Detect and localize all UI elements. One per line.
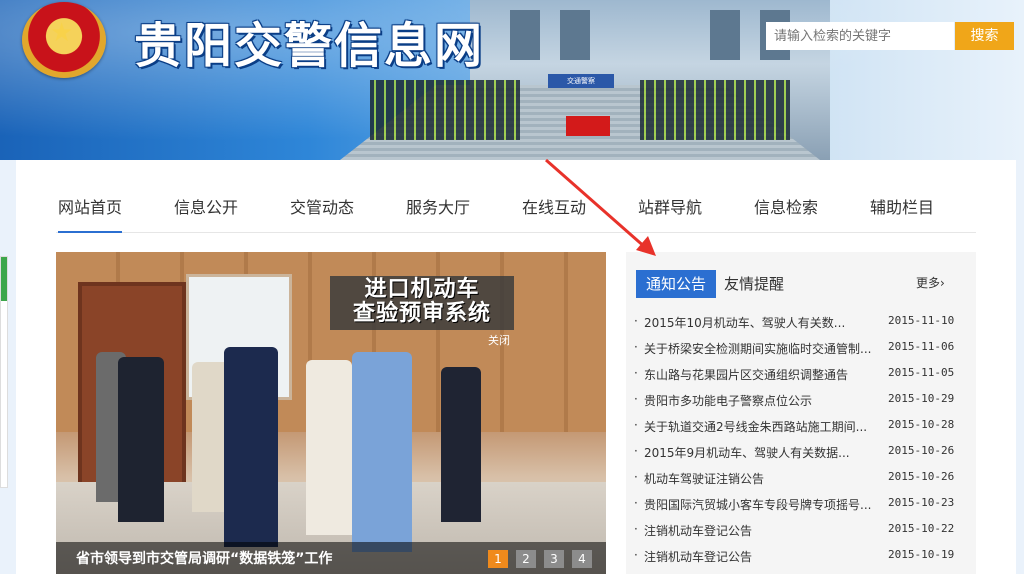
list-item-title: 注销机动车登记公告 <box>644 550 753 564</box>
banner-crowd-left <box>370 80 520 140</box>
list-item[interactable]: · 机动车驾驶证注销公告 2015-10-26 <box>634 470 974 490</box>
nav-item-home[interactable]: 网站首页 <box>58 196 123 233</box>
list-item-title: 2015年10月机动车、驾驶人有关数... <box>644 316 846 330</box>
list-item-title: 贵阳国际汽贸城小客车专段号牌专项摇号... <box>644 498 872 512</box>
slide-photo-person <box>118 357 164 522</box>
list-item-title: 注销机动车登记公告 <box>644 524 753 538</box>
list-item-date: 2015-11-06 <box>888 340 955 353</box>
red-flag-icon <box>566 116 610 136</box>
nav-item-site-navigation[interactable]: 站群导航 <box>638 196 702 232</box>
list-item-title: 机动车驾驶证注销公告 <box>644 472 765 486</box>
slide-sign-line2: 查验预审系统 <box>352 301 491 326</box>
slide-page-1[interactable]: 1 <box>488 550 508 568</box>
police-emblem-icon: ★ <box>22 2 106 78</box>
slide-photo-person <box>224 347 278 547</box>
slide-close-button[interactable]: 关闭 <box>488 332 510 348</box>
list-item-date: 2015-10-26 <box>888 444 955 457</box>
list-item-date: 2015-11-10 <box>888 314 955 327</box>
chevron-right-icon: › <box>940 276 945 290</box>
slide-caption[interactable]: 省市领导到市交管局调研“数据铁笼”工作 <box>76 548 332 568</box>
nav-item-auxiliary[interactable]: 辅助栏目 <box>870 196 934 232</box>
list-item[interactable]: · 关于桥梁安全检测期间实施临时交通管制... 2015-11-06 <box>634 340 974 360</box>
more-link[interactable]: 更多› <box>916 274 945 291</box>
site-title: 贵阳交警信息网 <box>134 18 485 74</box>
list-item[interactable]: · 2015年9月机动车、驾驶人有关数据... 2015-10-26 <box>634 444 974 464</box>
search-button[interactable]: 搜索 <box>955 22 1014 50</box>
list-item-title: 关于桥梁安全检测期间实施临时交通管制... <box>644 342 872 356</box>
main-nav: 网站首页 信息公开 交管动态 服务大厅 在线互动 站群导航 信息检索 辅助栏目 <box>56 196 976 233</box>
list-item[interactable]: · 关于轨道交通2号线金朱西路站施工期间... 2015-10-28 <box>634 418 974 438</box>
left-edge-widget <box>0 256 8 488</box>
list-item-title: 关于轨道交通2号线金朱西路站施工期间... <box>644 420 868 434</box>
slide-photo-person <box>352 352 412 552</box>
search-input[interactable] <box>766 22 954 50</box>
list-item[interactable]: · 注销机动车登记公告 2015-10-22 <box>634 522 974 542</box>
list-item-date: 2015-10-26 <box>888 470 955 483</box>
slide-page-4[interactable]: 4 <box>572 550 592 568</box>
list-item[interactable]: · 贵阳市多功能电子警察点位公示 2015-10-29 <box>634 392 974 412</box>
list-item[interactable]: · 2015年10月机动车、驾驶人有关数... 2015-11-10 <box>634 314 974 334</box>
list-item-title: 贵阳市多功能电子警察点位公示 <box>644 394 813 408</box>
list-item-date: 2015-10-19 <box>888 548 955 561</box>
nav-item-service-hall[interactable]: 服务大厅 <box>406 196 470 232</box>
list-item-date: 2015-10-28 <box>888 418 955 431</box>
list-item[interactable]: · 注销机动车登记公告 2015-10-19 <box>634 548 974 568</box>
list-item-date: 2015-10-23 <box>888 496 955 509</box>
news-slideshow[interactable]: 进口机动车 查验预审系统 关闭 省市领导到市交管局调研“数据铁笼”工作 1 2 … <box>56 252 606 574</box>
tab-reminders[interactable]: 友情提醒 <box>724 270 784 298</box>
more-label: 更多 <box>916 276 941 290</box>
slide-photo-person <box>306 360 352 535</box>
list-item-title: 2015年9月机动车、驾驶人有关数据... <box>644 446 850 460</box>
nav-item-traffic-news[interactable]: 交管动态 <box>290 196 354 232</box>
banner-gate-sign: 交通警察 <box>548 74 614 88</box>
nav-item-online-interaction[interactable]: 在线互动 <box>522 196 586 232</box>
slide-page-2[interactable]: 2 <box>516 550 536 568</box>
notice-panel: 通知公告 友情提醒 更多› · 2015年10月机动车、驾驶人有关数... 2015… <box>626 252 976 574</box>
slide-sign: 进口机动车 查验预审系统 <box>330 276 514 330</box>
header-banner: 交通警察 ★ 贵阳交警信息网 搜索 <box>0 0 1024 160</box>
slide-sign-line1: 进口机动车 <box>364 277 480 302</box>
nav-item-info-search[interactable]: 信息检索 <box>754 196 818 232</box>
banner-crowd-right <box>640 80 790 140</box>
list-item[interactable]: · 贵阳国际汽贸城小客车专段号牌专项摇号... 2015-10-23 <box>634 496 974 516</box>
nav-item-info-disclosure[interactable]: 信息公开 <box>174 196 238 232</box>
list-item-date: 2015-10-29 <box>888 392 955 405</box>
list-item-date: 2015-11-05 <box>888 366 955 379</box>
slide-page-3[interactable]: 3 <box>544 550 564 568</box>
tab-notices[interactable]: 通知公告 <box>636 270 716 298</box>
list-item-date: 2015-10-22 <box>888 522 955 535</box>
list-item[interactable]: · 东山路与花果园片区交通组织调整通告 2015-11-05 <box>634 366 974 386</box>
list-item-title: 东山路与花果园片区交通组织调整通告 <box>644 368 849 382</box>
slide-photo-person <box>441 367 481 522</box>
